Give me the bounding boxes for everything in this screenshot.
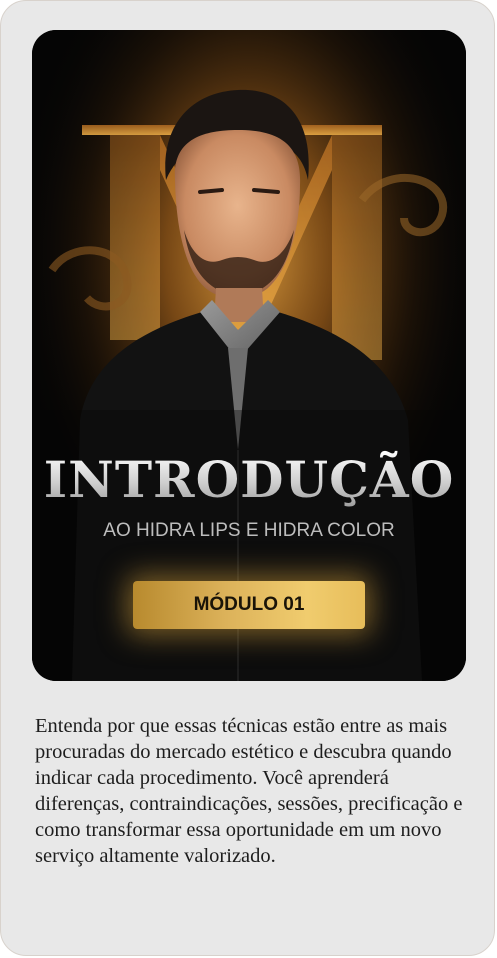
module-card[interactable]: INTRODUÇÃO AO HIDRA LIPS E HIDRA COLOR M…: [0, 0, 495, 956]
module-cover-image[interactable]: INTRODUÇÃO AO HIDRA LIPS E HIDRA COLOR M…: [32, 30, 466, 681]
module-01-button[interactable]: MÓDULO 01: [133, 581, 365, 629]
module-description: Entenda por que essas técnicas estão ent…: [35, 715, 463, 867]
module-subtitle: AO HIDRA LIPS E HIDRA COLOR: [103, 520, 395, 541]
module-title: INTRODUÇÃO: [32, 450, 466, 509]
